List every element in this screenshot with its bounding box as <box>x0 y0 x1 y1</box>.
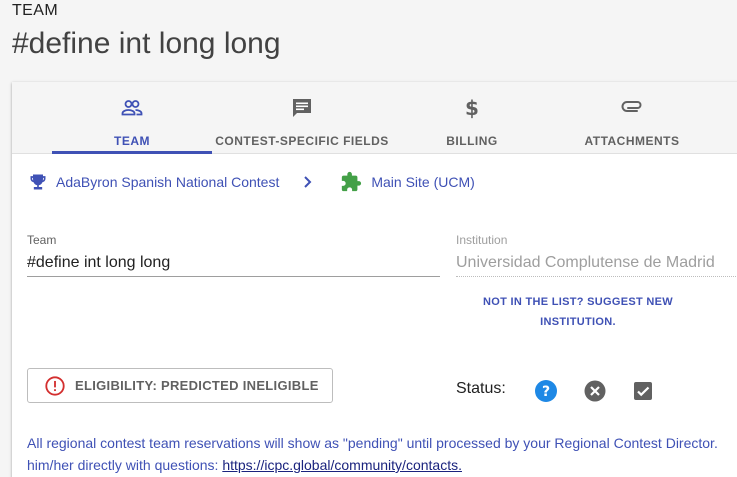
institution-field-label: Institution <box>456 233 508 247</box>
team-field-label: Team <box>27 233 57 247</box>
page-title: #define int long long <box>12 27 281 60</box>
people-icon <box>120 96 144 120</box>
eligibility-label: ELIGIBILITY: PREDICTED INELIGIBLE <box>75 378 319 393</box>
paperclip-icon <box>620 96 644 120</box>
breadcrumb-site-label: Main Site (UCM) <box>371 174 475 190</box>
notice-line-2: him/her directly with questions: https:/… <box>27 454 737 476</box>
svg-text:?: ? <box>542 384 550 400</box>
checkbox-checked-icon[interactable] <box>631 379 655 403</box>
tab-bar: TEAM CONTEST-SPECIFIC FIELDS $ BILLING A… <box>12 82 737 154</box>
breadcrumb-site[interactable]: Main Site (UCM) <box>339 170 475 194</box>
comment-icon <box>290 96 314 120</box>
error-icon <box>44 375 66 397</box>
suggest-line-1: NOT IN THE LIST? SUGGEST NEW <box>483 296 673 308</box>
breadcrumb: AdaByron Spanish National Contest Main S… <box>26 170 475 194</box>
suggest-institution-button[interactable]: NOT IN THE LIST? SUGGEST NEW INSTITUTION… <box>476 292 680 332</box>
status-label: Status: <box>456 380 506 397</box>
tab-contest-specific-fields[interactable]: CONTEST-SPECIFIC FIELDS <box>212 82 392 154</box>
notice-line-1: All regional contest team reservations w… <box>27 435 718 451</box>
page-header: TEAM #define int long long <box>12 0 281 62</box>
tab-label: BILLING <box>446 134 498 148</box>
active-tab-indicator <box>52 151 212 154</box>
notice-line-2-text: him/her directly with questions: <box>27 457 223 473</box>
help-icon[interactable]: ? <box>534 379 558 403</box>
chevron-right-icon <box>295 170 319 194</box>
svg-text:$: $ <box>465 96 479 120</box>
institution-input[interactable] <box>456 249 737 277</box>
dollar-icon: $ <box>460 96 484 120</box>
trophy-icon <box>26 170 50 194</box>
tab-label: TEAM <box>114 134 150 148</box>
cancel-status-icon[interactable] <box>583 379 607 403</box>
contacts-link[interactable]: https://icpc.global/community/contacts. <box>222 457 462 473</box>
tab-label: CONTEST-SPECIFIC FIELDS <box>215 134 389 148</box>
breadcrumb-contest[interactable]: AdaByron Spanish National Contest <box>26 170 279 194</box>
eligibility-button[interactable]: ELIGIBILITY: PREDICTED INELIGIBLE <box>27 368 333 403</box>
reservation-notice: All regional contest team reservations w… <box>27 432 737 476</box>
breadcrumb-contest-label: AdaByron Spanish National Contest <box>56 174 280 190</box>
tab-attachments[interactable]: ATTACHMENTS <box>552 82 712 154</box>
puzzle-icon <box>339 170 363 194</box>
team-name-input[interactable] <box>27 249 440 277</box>
tab-team[interactable]: TEAM <box>52 82 212 154</box>
tab-billing[interactable]: $ BILLING <box>392 82 552 154</box>
page-kicker: TEAM <box>12 2 59 19</box>
suggest-line-2: INSTITUTION. <box>540 316 616 328</box>
tab-label: ATTACHMENTS <box>584 134 680 148</box>
team-card: TEAM CONTEST-SPECIFIC FIELDS $ BILLING A… <box>12 82 737 477</box>
